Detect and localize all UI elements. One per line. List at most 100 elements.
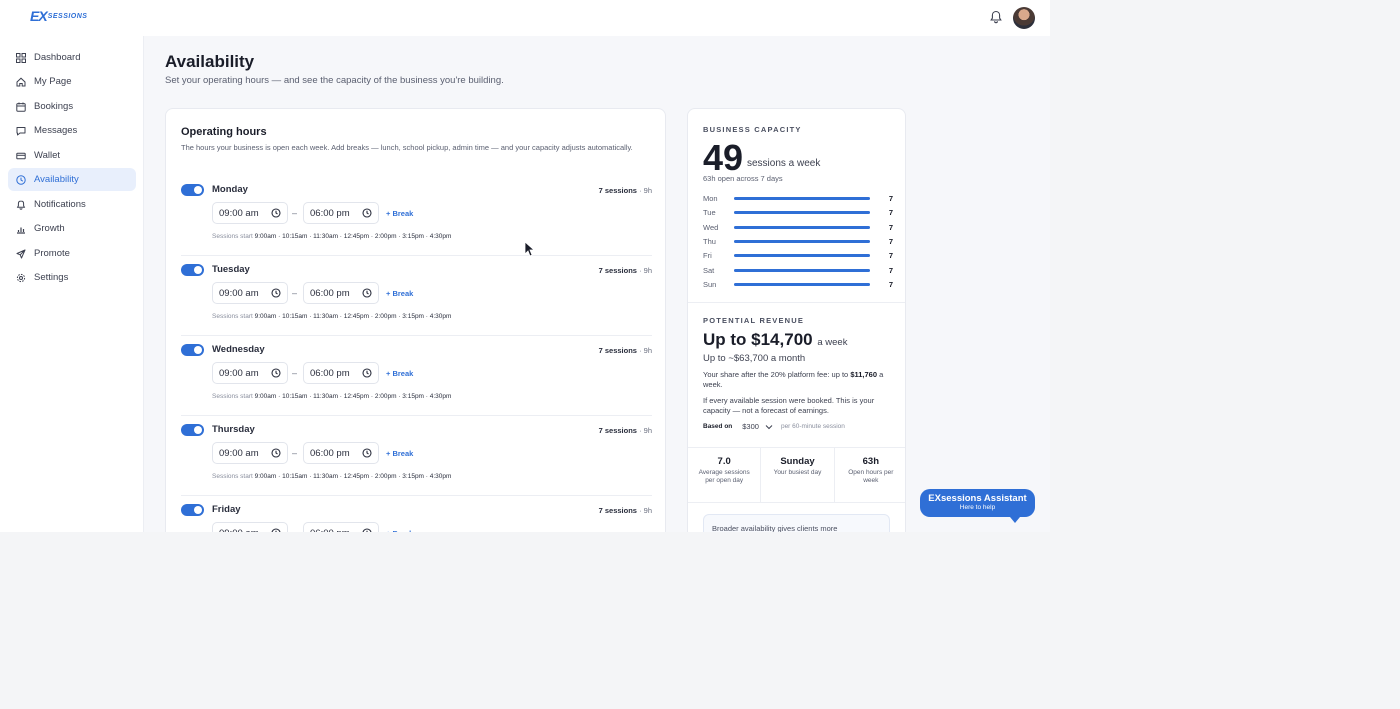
- day-toggle[interactable]: [181, 344, 204, 356]
- start-time-input[interactable]: 09:00 am: [212, 202, 288, 224]
- bar-value: 7: [888, 251, 893, 261]
- bar-value: 7: [888, 208, 893, 218]
- bar-day-label: Sat: [703, 265, 715, 275]
- day-session-count: 7 sessions · 9h: [598, 506, 652, 515]
- clock-icon: [271, 448, 281, 458]
- bar-value: 7: [888, 194, 893, 203]
- bar-track: [734, 282, 870, 286]
- capacity-label: BUSINESS CAPACITY: [703, 125, 802, 134]
- sidebar-item-label: Bookings: [34, 101, 74, 112]
- bar-value: 7: [888, 222, 893, 232]
- sidebar: Dashboard My Page Bookings Messages Wall…: [0, 36, 144, 532]
- clock-icon: [362, 208, 372, 218]
- bar-value: 7: [888, 279, 893, 289]
- sidebar-item-label: Availability: [34, 174, 79, 185]
- clock-icon: [362, 528, 372, 532]
- user-avatar[interactable]: [1013, 7, 1035, 29]
- end-time-input[interactable]: 06:00 pm: [303, 362, 379, 384]
- bar-day-label: Fri: [703, 251, 712, 261]
- session-start-times: Sessions start 9:00am · 10:15am · 11:30a…: [212, 473, 452, 480]
- day-name: Tuesday: [212, 264, 250, 275]
- start-time-input[interactable]: 09:00 am: [212, 522, 288, 532]
- start-time-input[interactable]: 09:00 am: [212, 442, 288, 464]
- day-toggle[interactable]: [181, 264, 204, 276]
- stat-busiest-day: Sunday Your busiest day: [761, 448, 835, 502]
- day-session-count: 7 sessions · 9h: [598, 186, 652, 195]
- add-break-button[interactable]: + Break: [386, 529, 413, 532]
- stat-average-sessions: 7.0 Average sessions per open day: [688, 448, 762, 502]
- sidebar-item-label: My Page: [34, 76, 72, 87]
- divider: [688, 302, 905, 303]
- end-time-input[interactable]: 06:00 pm: [303, 522, 379, 532]
- clock-icon: [362, 368, 372, 378]
- sidebar-item-notifications[interactable]: Notifications: [8, 193, 136, 216]
- end-time-input[interactable]: 06:00 pm: [303, 282, 379, 304]
- day-row-thursday: Thursday 7 sessions · 9h 09:00 am –06:00 pm…: [181, 424, 652, 496]
- start-time-input[interactable]: 09:00 am: [212, 282, 288, 304]
- day-session-count: 7 sessions · 9h: [598, 266, 652, 275]
- clock-icon: [271, 288, 281, 298]
- sidebar-item-label: Settings: [34, 272, 69, 283]
- sidebar-item-bookings[interactable]: Bookings: [8, 95, 136, 118]
- revenue-share-note: Your share after the 20% platform fee: u…: [703, 370, 884, 389]
- bar-track: [734, 254, 870, 258]
- add-break-button[interactable]: + Break: [386, 209, 413, 218]
- capacity-number: 49: [703, 137, 744, 178]
- sidebar-item-messages[interactable]: Messages: [8, 119, 136, 142]
- time-separator: –: [292, 528, 297, 532]
- time-separator: –: [292, 208, 298, 218]
- operating-hours-card: Operating hours The hours your business …: [165, 108, 666, 532]
- brand-logo[interactable]: EX SESSIONS: [30, 8, 87, 24]
- home-icon: [16, 77, 26, 86]
- day-toggle[interactable]: [181, 424, 204, 436]
- add-break-button[interactable]: + Break: [386, 289, 413, 298]
- revenue-month: Up to ~$63,700 a month: [703, 353, 806, 364]
- business-capacity-card: BUSINESS CAPACITY 49 sessions a week 63h…: [687, 108, 906, 532]
- bar-fill: [734, 239, 870, 243]
- day-name: Monday: [212, 184, 248, 195]
- grid-icon: [16, 52, 26, 63]
- page-title: Availability: [165, 52, 255, 71]
- end-time-input[interactable]: 06:00 pm: [303, 202, 379, 224]
- assistant-button[interactable]: EXsessions Assistant Here to help: [920, 489, 1035, 523]
- app-viewport: EX SESSIONS Dashboard My Page Bookings M…: [0, 0, 1050, 532]
- capacity-bar-tue: Tue 7: [703, 207, 893, 219]
- sidebar-item-my-page[interactable]: My Page: [8, 70, 136, 93]
- send-icon: [16, 249, 26, 258]
- clock-icon: [362, 448, 372, 458]
- day-toggle[interactable]: [181, 504, 204, 516]
- sidebar-item-promote[interactable]: Promote: [8, 242, 136, 265]
- bar-fill: [734, 225, 870, 229]
- gear-icon: [16, 273, 26, 282]
- sidebar-item-label: Wallet: [34, 150, 61, 161]
- message-icon: [16, 126, 26, 135]
- session-start-times: Sessions start 9:00am · 10:15am · 11:30a…: [212, 233, 452, 240]
- start-time-input[interactable]: 09:00 am: [212, 362, 288, 384]
- notification-bell-icon[interactable]: [989, 10, 1003, 24]
- bar-track: [734, 211, 870, 215]
- end-time-input[interactable]: 06:00 pm: [303, 442, 379, 464]
- time-separator: –: [292, 368, 298, 378]
- bar-track: [734, 197, 870, 200]
- bell-icon: [16, 199, 26, 210]
- capacity-bar-wed: Wed 7: [703, 222, 893, 234]
- bar-day-label: Thu: [703, 236, 716, 246]
- day-toggle[interactable]: [181, 184, 204, 196]
- bar-chart-icon: [17, 227, 25, 234]
- sidebar-item-label: Messages: [34, 125, 78, 136]
- sidebar-item-growth[interactable]: Growth: [8, 217, 136, 240]
- price-select[interactable]: $300: [742, 422, 773, 431]
- bar-fill: [734, 211, 870, 215]
- clock-icon: [16, 174, 26, 185]
- clock-icon: [271, 528, 281, 532]
- time-separator: –: [292, 288, 298, 298]
- add-break-button[interactable]: + Break: [386, 449, 413, 458]
- session-start-times: Sessions start 9:00am · 10:15am · 11:30a…: [212, 393, 452, 400]
- sidebar-item-dashboard[interactable]: Dashboard: [8, 46, 136, 69]
- sidebar-item-availability[interactable]: Availability: [8, 168, 136, 191]
- add-break-button[interactable]: + Break: [386, 369, 413, 378]
- sidebar-item-wallet[interactable]: Wallet: [8, 144, 136, 167]
- operating-hours-description: The hours your business is open each wee…: [181, 143, 633, 152]
- clock-icon: [271, 368, 281, 378]
- sidebar-item-settings[interactable]: Settings: [8, 266, 136, 289]
